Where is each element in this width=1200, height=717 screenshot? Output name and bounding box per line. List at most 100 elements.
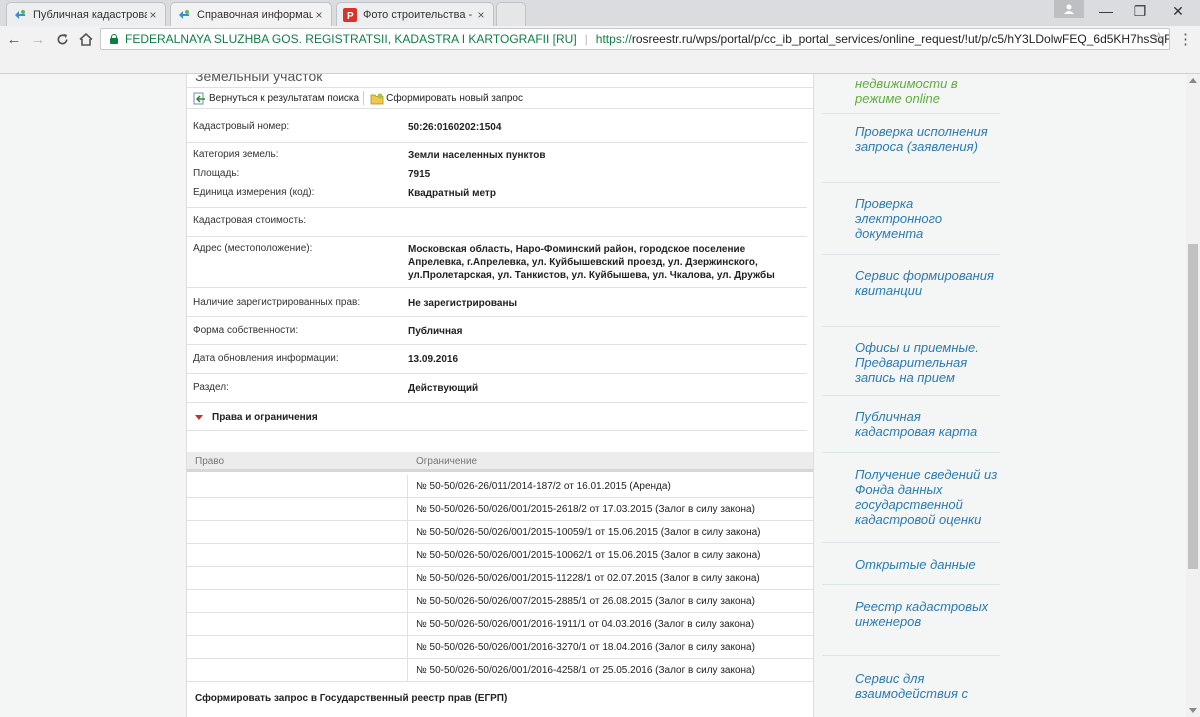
back-button[interactable]: ← — [4, 29, 24, 49]
sidebar-item-check-request[interactable]: Проверка исполнения запроса (заявления) — [822, 114, 1000, 183]
right-cell — [187, 613, 408, 635]
action-separator — [363, 91, 365, 105]
table-row: № 50-50/026-50/026/001/2015-10059/1 от 1… — [187, 521, 813, 544]
right-cell — [187, 521, 408, 543]
field-label: Категория земель: — [193, 149, 279, 160]
restriction-cell: № 50-50/026-50/026/001/2015-10062/1 от 1… — [416, 550, 761, 561]
table-row: № 50-50/026-50/026/001/2016-4258/1 от 25… — [187, 659, 813, 682]
rights-restrictions-toggle[interactable]: Права и ограничения — [195, 412, 318, 423]
right-cell — [187, 498, 408, 520]
page-scrollbar[interactable] — [1186, 74, 1200, 717]
right-cell — [187, 567, 408, 589]
divider — [187, 316, 807, 317]
field-value: 13.09.2016 — [408, 354, 459, 365]
field-label: Кадастровая стоимость: — [193, 215, 307, 226]
right-cell — [187, 544, 408, 566]
restrictions-table-header: Право Ограничение — [187, 452, 813, 472]
services-sidebar: недвижимости в режиме online Проверка ис… — [822, 74, 1000, 701]
column-header-right: Право — [195, 456, 225, 467]
bookmark-star-icon[interactable]: ☆ — [1152, 29, 1165, 47]
right-cell — [187, 590, 408, 612]
new-request-button[interactable]: Сформировать новый запрос — [370, 92, 523, 105]
url-path: rosreestr.ru/wps/portal/p/cc_ib_portal_s… — [631, 32, 1169, 46]
new-tab-button[interactable] — [496, 2, 526, 26]
home-button[interactable] — [76, 29, 96, 49]
table-row: № 50-50/026-50/026/007/2015-2885/1 от 26… — [187, 590, 813, 613]
sidebar-item-receipt-service[interactable]: Сервис формирования квитанции — [822, 255, 1000, 327]
rosreestr-favicon-icon — [13, 8, 27, 22]
ev-certificate-name: FEDERALNAYA SLUZHBA GOS. REGISTRATSII, K… — [125, 32, 577, 46]
divider — [187, 287, 807, 288]
back-to-results-button[interactable]: Вернуться к результатам поиска — [193, 92, 359, 105]
tab-title: Справочная информация — [197, 9, 313, 21]
omnibox-separator: | — [584, 32, 588, 46]
restriction-cell: № 50-50/026-50/026/007/2015-2885/1 от 26… — [416, 596, 755, 607]
field-value: 50:26:0160202:1504 — [408, 122, 502, 133]
field-label: Раздел: — [193, 382, 229, 393]
table-row: № 50-50/026-50/026/001/2015-10062/1 от 1… — [187, 544, 813, 567]
tab-close-icon[interactable]: × — [475, 8, 487, 22]
restriction-cell: № 50-50/026-50/026/001/2015-11228/1 от 0… — [416, 573, 760, 584]
sidebar-item-engineers-registry[interactable]: Реестр кадастровых инженеров — [822, 585, 1000, 656]
sidebar-item-public-map[interactable]: Публичная кадастровая карта — [822, 396, 1000, 453]
field-label: Форма собственности: — [193, 325, 299, 336]
divider — [187, 373, 807, 374]
profile-icon[interactable] — [1054, 0, 1084, 18]
sidebar-item-offices[interactable]: Офисы и приемные. Предварительная запись… — [822, 327, 1000, 396]
close-window-button[interactable]: ✕ — [1156, 0, 1200, 22]
svg-text:P: P — [347, 11, 354, 22]
table-row: № 50-50/026-50/026/001/2016-1911/1 от 04… — [187, 613, 813, 636]
field-value: Московская область, Наро-Фоминский район… — [408, 244, 775, 281]
tab-reference-info[interactable]: Справочная информация × — [170, 2, 332, 27]
field-label: Площадь: — [193, 168, 240, 179]
tab-close-icon[interactable]: × — [147, 8, 159, 22]
scroll-up-arrow-icon[interactable] — [1189, 78, 1197, 83]
right-cell — [187, 475, 408, 497]
browser-menu-icon[interactable]: ⋮ — [1178, 30, 1193, 48]
sidebar-item-open-data[interactable]: Открытые данные — [822, 543, 1000, 585]
action-bar: Вернуться к результатам поиска Сформиров… — [187, 87, 813, 109]
sidebar-item-online[interactable]: недвижимости в режиме online — [822, 74, 1000, 114]
bookmarks-bar — [0, 52, 1200, 74]
restriction-cell: № 50-50/026-50/026/001/2016-3270/1 от 18… — [416, 642, 755, 653]
tab-construction-photos[interactable]: P Фото строительства - С × — [336, 2, 494, 26]
main-panel: Земельный участок Вернуться к результата… — [186, 74, 814, 717]
tab-title: Фото строительства - С — [363, 8, 475, 21]
field-value: Земли населенных пунктов — [408, 150, 546, 161]
restriction-cell: № 50-50/026-50/026/001/2016-4258/1 от 25… — [416, 665, 755, 676]
sidebar-item-valuation-fund[interactable]: Получение сведений из Фонда данных госуд… — [822, 453, 1000, 543]
table-row: № 50-50/026-26/011/2014-187/2 от 16.01.2… — [187, 475, 813, 498]
rights-restrictions-label: Права и ограничения — [212, 412, 318, 423]
section-title: Земельный участок — [195, 74, 323, 84]
table-row: № 50-50/026-50/026/001/2015-11228/1 от 0… — [187, 567, 813, 590]
column-header-restriction: Ограничение — [416, 456, 478, 467]
field-value: Квадратный метр — [408, 188, 496, 199]
page-content: Земельный участок Вернуться к результата… — [0, 74, 1186, 717]
sidebar-item-interaction[interactable]: Сервис для взаимодействия с — [822, 656, 1000, 701]
tab-cadastral-map[interactable]: Публичная кадастровая × — [6, 2, 166, 26]
tab-title: Публичная кадастровая — [33, 8, 147, 21]
forward-button[interactable]: → — [28, 29, 48, 49]
sidebar-item-check-document[interactable]: Проверка электронного документа — [822, 183, 1000, 255]
tab-close-icon[interactable]: × — [313, 8, 325, 22]
browser-toolbar: ← → FEDERALNAYA SLUZHBA GOS. REGISTRATSI… — [0, 26, 1200, 52]
divider — [187, 207, 807, 208]
new-request-label: Сформировать новый запрос — [386, 92, 523, 104]
field-value: Действующий — [408, 383, 479, 394]
right-cell — [187, 636, 408, 658]
return-arrow-icon — [193, 92, 206, 105]
back-to-results-label: Вернуться к результатам поиска — [209, 92, 360, 104]
url-text: https://rosreestr.ru/wps/portal/p/cc_ib_… — [596, 32, 1169, 46]
field-value: 7915 — [408, 169, 431, 180]
expand-triangle-icon — [195, 415, 203, 420]
field-value: Публичная — [408, 326, 463, 337]
egrp-request-link[interactable]: Сформировать запрос в Государственный ре… — [195, 693, 507, 704]
address-bar[interactable]: FEDERALNAYA SLUZHBA GOS. REGISTRATSII, K… — [100, 28, 1170, 50]
restriction-cell: № 50-50/026-50/026/001/2015-2618/2 от 17… — [416, 504, 755, 515]
right-cell — [187, 659, 408, 681]
scroll-down-arrow-icon[interactable] — [1189, 708, 1197, 713]
tab-strip: Публичная кадастровая × Справочная инфор… — [0, 0, 1200, 27]
table-row: № 50-50/026-50/026/001/2016-3270/1 от 18… — [187, 636, 813, 659]
reload-button[interactable] — [52, 29, 72, 49]
scroll-thumb[interactable] — [1188, 244, 1198, 569]
